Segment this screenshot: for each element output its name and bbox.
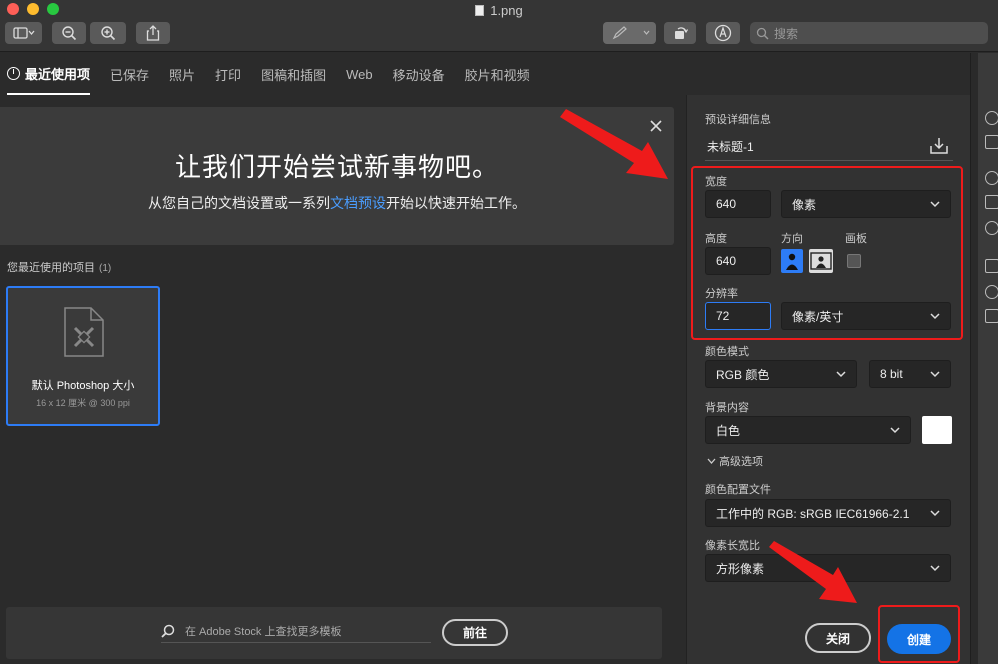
tab-label: 已保存 [110,67,150,83]
recent-items-count: (1) [99,263,112,274]
share-button[interactable] [136,22,170,44]
markup-icon [714,24,732,42]
pen-icon [612,26,649,40]
background-color-swatch[interactable] [922,416,952,444]
document-title-value: 未标题-1 [707,140,754,154]
search-icon [161,624,175,638]
tab-label: 最近使用项 [25,66,91,82]
recent-item-size: 16 x 12 厘米 @ 300 ppi [36,398,130,408]
tab-saved[interactable]: 已保存 [110,53,149,95]
bit-depth-select[interactable]: 8 bit [869,360,951,388]
pixel-aspect-label: 像素长宽比 [705,540,760,552]
color-mode-value: RGB 颜色 [716,367,770,382]
main-content: 让我们开始尝试新事物吧。 从您自己的文档设置或一系列文档预设开始以快速开始工作。… [0,95,686,664]
sidebar-icon [12,27,34,39]
recent-items-heading: 您最近使用的项目 (1) [7,259,111,275]
stock-search-placeholder: 在 Adobe Stock 上查找更多模板 [185,625,342,638]
background-value: 白色 [716,423,741,438]
color-profile-label: 颜色配置文件 [705,484,771,496]
background-select[interactable]: 白色 [705,416,911,444]
search-placeholder: 搜索 [774,26,799,41]
rotate-button[interactable] [664,22,696,44]
color-mode-select[interactable]: RGB 颜色 [705,360,857,388]
zoom-out-icon [62,26,77,41]
chevron-down-icon [890,427,900,434]
search-input[interactable]: 搜索 [750,22,988,44]
chevron-down-icon [930,565,940,572]
pixel-aspect-value: 方形像素 [716,561,765,576]
color-profile-select[interactable]: 工作中的 RGB: sRGB IEC61966-2.1 [705,499,951,527]
tab-photo[interactable]: 照片 [169,53,195,95]
tab-recent[interactable]: 最近使用项 [7,53,91,95]
annotation-arrow-bottom [769,541,857,603]
tab-film-video[interactable]: 胶片和视频 [465,53,530,95]
color-profile-value: 工作中的 RGB: sRGB IEC61966-2.1 [716,506,910,521]
tab-label: 胶片和视频 [464,67,530,83]
annotation-arrow-top [560,109,668,179]
markup-pen-button[interactable] [603,22,656,44]
color-mode-label: 颜色模式 [705,346,749,358]
tab-art-illustration[interactable]: 图稿和插图 [261,53,326,95]
rotate-icon [675,27,688,39]
zoom-in-button[interactable] [90,22,126,44]
chevron-down-icon [836,371,846,378]
document-presets-link[interactable]: 文档预设 [330,195,386,211]
recent-item-card[interactable]: 默认 Photoshop 大小 16 x 12 厘米 @ 300 ppi [6,286,160,426]
welcome-subtitle-text: 从您自己的文档设置或一系列 [148,195,330,211]
recent-item-name: 默认 Photoshop 大小 [31,380,135,392]
search-icon [756,27,769,39]
tab-label: 图稿和插图 [261,67,327,83]
clock-icon [7,66,20,80]
stock-search-input[interactable]: 在 Adobe Stock 上查找更多模板 [161,619,431,643]
window-filename: 1.png [490,3,523,18]
tab-mobile[interactable]: 移动设备 [393,53,445,95]
file-icon [475,5,485,16]
document-title-input[interactable]: 未标题-1 [705,133,953,161]
tool-icon-1[interactable] [985,111,998,125]
markup-toolbar-button[interactable] [706,22,740,44]
save-preset-icon[interactable] [929,137,949,155]
sidebar-toggle-button[interactable] [5,22,42,44]
document-icon [64,307,104,357]
bit-depth-value: 8 bit [880,367,903,381]
preset-category-tabs: 最近使用项 已保存 照片 打印 图稿和插图 Web 移动设备 胶片和视频 [0,53,970,95]
tool-icon-4[interactable] [985,195,998,209]
advanced-options-toggle[interactable]: 高级选项 [707,453,763,469]
side-tool-strip [970,53,998,664]
layers-icon[interactable] [985,259,998,273]
go-button[interactable]: 前往 [442,619,508,646]
preset-details-panel: 预设详细信息 未标题-1 宽度 640 像素 高度 640 方向 画板 分辨率 … [686,95,970,664]
tab-label: 移动设备 [392,67,445,83]
window-titlebar: 1.png 搜索 [0,0,998,52]
share-icon [146,25,160,41]
chevron-down-icon [707,458,716,464]
tab-print[interactable]: 打印 [215,53,241,95]
grid-icon[interactable] [985,135,998,149]
chevron-down-icon [930,510,940,517]
annotation-box-dimensions [691,166,963,340]
annotation-box-create [878,605,960,663]
tool-icon-3[interactable] [985,171,998,185]
recent-items-label: 您最近使用的项目 [7,262,95,274]
welcome-subtitle-text-end: 开始以快速开始工作。 [386,195,526,211]
welcome-subtitle: 从您自己的文档设置或一系列文档预设开始以快速开始工作。 [0,193,674,213]
tool-icon-5[interactable] [985,221,998,235]
tab-label: 照片 [169,67,196,83]
chevron-down-icon [930,371,940,378]
zoom-out-button[interactable] [52,22,86,44]
tool-icon-7[interactable] [985,285,998,299]
advanced-options-label: 高级选项 [719,456,763,468]
adobe-stock-bar: 在 Adobe Stock 上查找更多模板 前往 [6,607,662,659]
zoom-in-icon [101,26,116,41]
window-title: 1.png [0,3,998,18]
tab-web[interactable]: Web [346,53,373,95]
close-button[interactable]: 关闭 [805,623,871,653]
tab-label: 打印 [215,67,242,83]
preset-details-heading: 预设详细信息 [705,114,771,126]
tab-label: Web [346,66,373,82]
tool-icon-8[interactable] [985,309,998,323]
background-label: 背景内容 [705,402,749,414]
